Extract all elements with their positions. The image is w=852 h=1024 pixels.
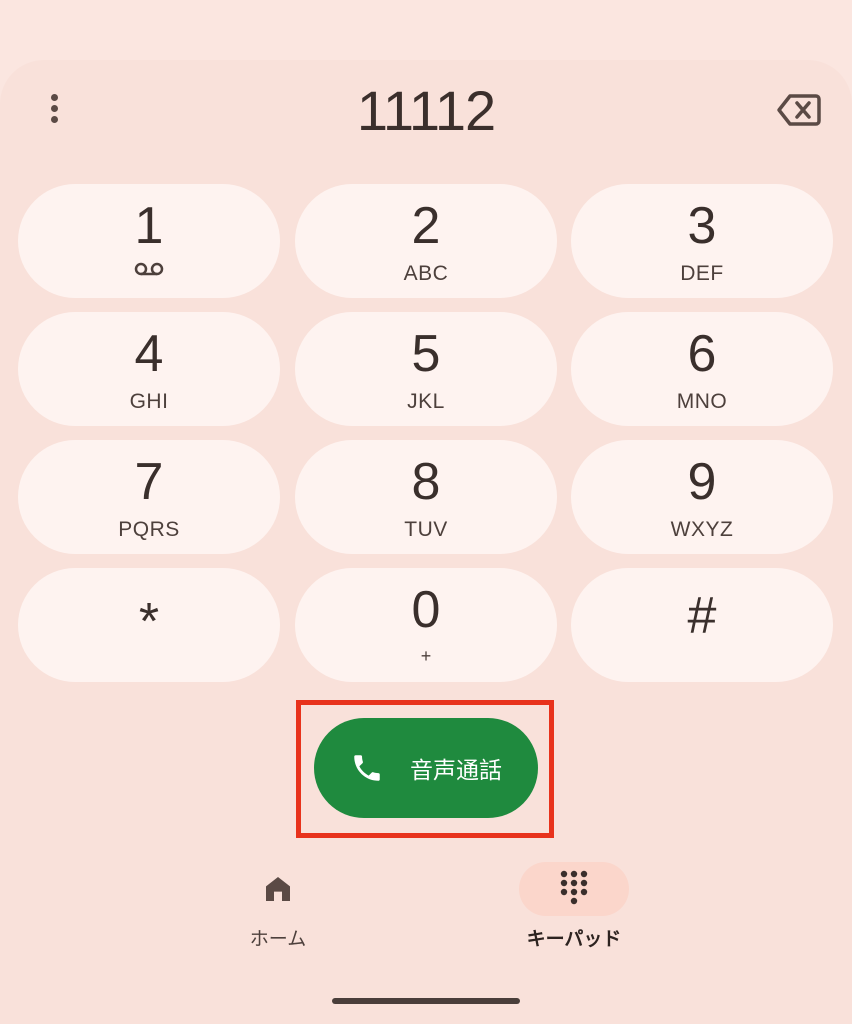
key-letters: + bbox=[420, 646, 432, 666]
phone-icon bbox=[354, 755, 380, 781]
key-1[interactable]: 1 bbox=[18, 184, 280, 298]
gesture-navigation-bar[interactable] bbox=[332, 998, 520, 1004]
key-8[interactable]: 8 TUV bbox=[295, 440, 557, 554]
nav-home[interactable]: ホーム bbox=[220, 862, 336, 951]
key-digit: 7 bbox=[134, 453, 164, 511]
nav-keypad-icon-container bbox=[519, 862, 629, 916]
backspace-icon bbox=[777, 94, 821, 126]
key-letters: TUV bbox=[404, 518, 448, 541]
key-letters: PQRS bbox=[118, 518, 180, 541]
key-hash[interactable]: # bbox=[571, 568, 833, 682]
nav-keypad-label: キーパッド bbox=[526, 928, 622, 950]
dialed-number[interactable]: 11112 bbox=[0, 78, 852, 143]
key-letters: GHI bbox=[129, 390, 169, 413]
key-digit: # bbox=[687, 587, 717, 645]
key-6[interactable]: 6 MNO bbox=[571, 312, 833, 426]
key-4[interactable]: 4 GHI bbox=[18, 312, 280, 426]
key-5[interactable]: 5 JKL bbox=[295, 312, 557, 426]
nav-keypad[interactable]: キーパッド bbox=[500, 862, 648, 951]
key-3[interactable]: 3 DEF bbox=[571, 184, 833, 298]
dialpad-icon bbox=[560, 870, 588, 905]
key-digit: 2 bbox=[411, 197, 441, 255]
key-digit: * bbox=[138, 593, 160, 651]
backspace-button[interactable] bbox=[776, 90, 822, 130]
key-digit: 5 bbox=[411, 325, 441, 383]
key-2[interactable]: 2 ABC bbox=[295, 184, 557, 298]
key-9[interactable]: 9 WXYZ bbox=[571, 440, 833, 554]
key-letters: DEF bbox=[680, 262, 724, 285]
key-digit: 4 bbox=[134, 325, 164, 383]
key-0[interactable]: 0 + bbox=[295, 568, 557, 682]
key-digit: 3 bbox=[687, 197, 717, 255]
key-7[interactable]: 7 PQRS bbox=[18, 440, 280, 554]
home-icon bbox=[266, 877, 290, 901]
nav-home-icon-container bbox=[223, 862, 333, 916]
voice-call-label: 音声通話 bbox=[410, 758, 502, 784]
key-digit: 9 bbox=[687, 453, 717, 511]
key-star[interactable]: * bbox=[18, 568, 280, 682]
key-letters: ABC bbox=[403, 262, 449, 285]
voice-call-button[interactable]: 音声通話 bbox=[314, 718, 538, 818]
dialer-header: 11112 bbox=[0, 60, 852, 170]
key-letters: MNO bbox=[676, 390, 728, 413]
nav-home-label: ホーム bbox=[249, 928, 307, 950]
key-digit: 6 bbox=[687, 325, 717, 383]
key-digit: 0 bbox=[411, 581, 441, 639]
key-letters: JKL bbox=[407, 390, 445, 413]
voicemail-icon bbox=[134, 262, 164, 276]
key-letters: WXYZ bbox=[670, 518, 734, 541]
key-digit: 1 bbox=[134, 197, 164, 255]
key-digit: 8 bbox=[411, 453, 441, 511]
